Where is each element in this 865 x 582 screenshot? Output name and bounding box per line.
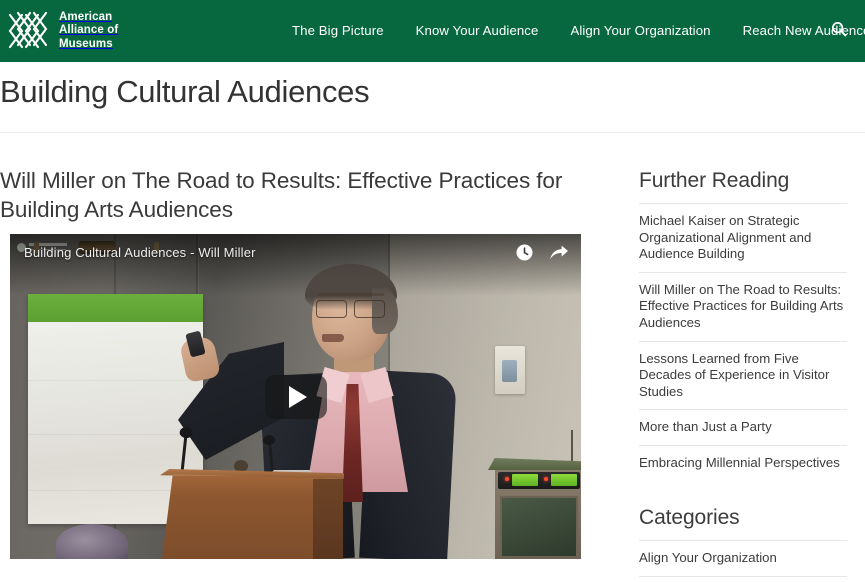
scene-av-led xyxy=(505,477,509,481)
list-item: Embracing Millennial Perspectives xyxy=(639,444,847,481)
scene-av-display xyxy=(512,474,538,486)
categories-heading: Categories xyxy=(639,506,740,529)
site-header: American Alliance of Museums The Big Pic… xyxy=(0,0,865,62)
video-actions xyxy=(516,244,569,266)
categories-widget: Categories Align Your Organization xyxy=(639,505,847,577)
list-item: Lessons Learned from Five Decades of Exp… xyxy=(639,340,847,410)
scene-av-display xyxy=(551,474,577,486)
video-top-gradient xyxy=(10,234,581,296)
lattice-diamond-logo-icon xyxy=(6,9,50,53)
further-reading-heading: Further Reading xyxy=(639,169,790,192)
video-title[interactable]: Building Cultural Audiences - Will Mille… xyxy=(24,245,256,260)
search-icon xyxy=(831,21,847,42)
list-item: Align Your Organization xyxy=(639,540,847,576)
further-reading-link-1[interactable]: Michael Kaiser on Strategic Organization… xyxy=(639,204,847,272)
scene-av-rack-glass-door xyxy=(500,496,578,558)
list-item: Michael Kaiser on Strategic Organization… xyxy=(639,203,847,272)
site-logo-link[interactable]: American Alliance of Museums xyxy=(6,9,118,53)
further-reading-widget: Further Reading Michael Kaiser on Strate… xyxy=(639,168,847,481)
brand-line-2: Alliance of xyxy=(59,24,119,37)
scene-antenna xyxy=(571,430,573,464)
list-item: Will Miller on The Road to Results: Effe… xyxy=(639,271,847,341)
main-content: Will Miller on The Road to Results: Effe… xyxy=(0,133,865,582)
brand-line-1: American xyxy=(59,11,113,24)
article-title: Will Miller on The Road to Results: Effe… xyxy=(0,168,563,222)
nav-item-know-your-audience[interactable]: Know Your Audience xyxy=(400,0,555,62)
play-triangle-icon xyxy=(288,385,307,408)
main-navigation: The Big Picture Know Your Audience Align… xyxy=(276,0,865,62)
list-item xyxy=(639,575,847,577)
further-reading-link-2[interactable]: Will Miller on The Road to Results: Effe… xyxy=(639,273,847,341)
nav-item-the-big-picture[interactable]: The Big Picture xyxy=(276,0,400,62)
further-reading-link-5[interactable]: Embracing Millennial Perspectives xyxy=(639,446,847,481)
categories-list: Align Your Organization xyxy=(639,540,847,577)
scene-podium-side xyxy=(313,479,343,559)
further-reading-link-3[interactable]: Lessons Learned from Five Decades of Exp… xyxy=(639,342,847,410)
category-link-align-your-organization[interactable]: Align Your Organization xyxy=(639,541,847,576)
nav-item-align-your-organization[interactable]: Align Your Organization xyxy=(554,0,726,62)
brand-line-3: Museums xyxy=(59,37,113,50)
scene-flipchart-header xyxy=(28,294,203,322)
scene-audience-member xyxy=(56,524,128,559)
list-item: More than Just a Party xyxy=(639,409,847,445)
play-button[interactable] xyxy=(264,374,327,419)
scene-podium-knob xyxy=(234,460,248,472)
search-button[interactable] xyxy=(823,0,855,62)
clock-icon[interactable] xyxy=(516,244,533,266)
brand-wordmark: American Alliance of Museums xyxy=(59,11,118,51)
scene-av-led xyxy=(544,477,548,481)
video-player[interactable]: Building Cultural Audiences - Will Mille… xyxy=(10,234,581,559)
scene-wall-plate-inner xyxy=(502,360,517,382)
share-arrow-icon[interactable] xyxy=(549,244,569,266)
page-title: Building Cultural Audiences xyxy=(0,74,370,109)
page-title-band: Building Cultural Audiences xyxy=(0,62,865,133)
further-reading-link-4[interactable]: More than Just a Party xyxy=(639,410,847,445)
further-reading-list: Michael Kaiser on Strategic Organization… xyxy=(639,203,847,481)
